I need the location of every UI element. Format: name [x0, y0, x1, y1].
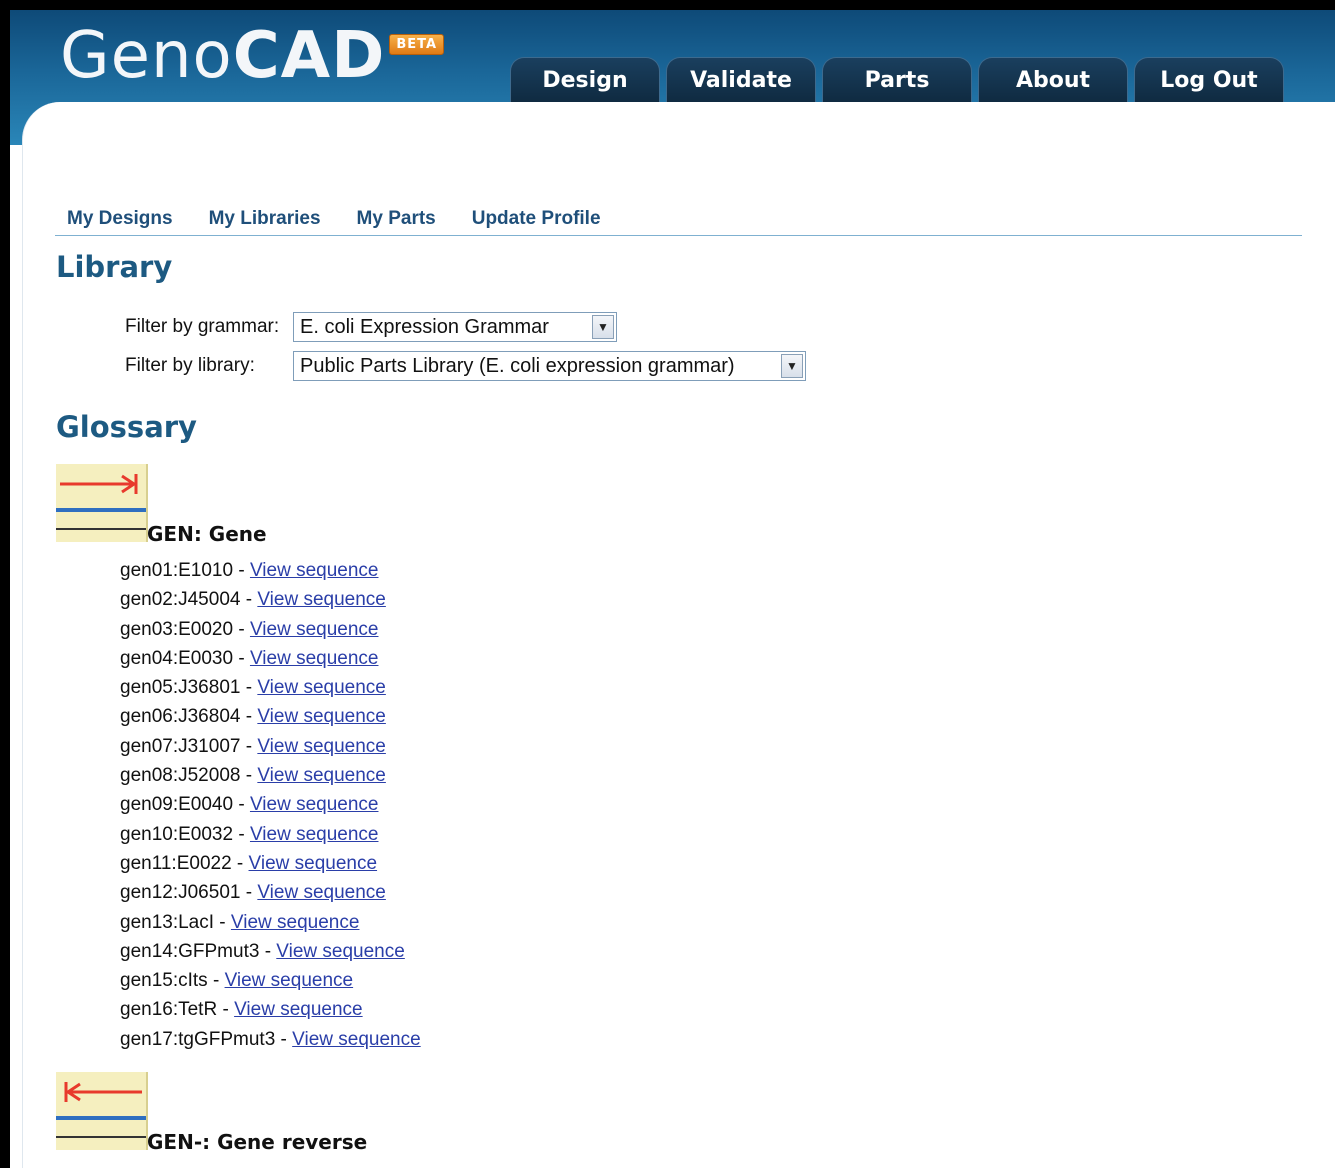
chevron-down-icon[interactable]: ▼ — [592, 315, 614, 339]
part-id: gen04:E0030 - — [120, 647, 250, 669]
sub-nav: My Designs My Libraries My Parts Update … — [67, 208, 601, 230]
main-nav: Design Validate Parts About Log Out — [510, 57, 1284, 103]
tab-validate[interactable]: Validate — [666, 57, 816, 103]
gene-part-list: gen01:E1010 - View sequence gen02:J45004… — [120, 556, 421, 1054]
library-filter-row: Filter by library: Public Parts Library … — [125, 351, 806, 381]
gene-forward-icon — [56, 464, 148, 542]
part-id: gen03:E0020 - — [120, 618, 250, 640]
view-sequence-link[interactable]: View sequence — [234, 999, 363, 1020]
part-id: gen06:J36804 - — [120, 706, 258, 728]
list-item: gen12:J06501 - View sequence — [120, 878, 421, 907]
part-id: gen02:J45004 - — [120, 589, 258, 611]
part-id: gen10:E0032 - — [120, 823, 250, 845]
library-filter-label: Filter by library: — [125, 355, 255, 376]
view-sequence-link[interactable]: View sequence — [225, 970, 354, 991]
library-heading: Library — [56, 250, 173, 284]
tab-about[interactable]: About — [978, 57, 1128, 103]
part-id: gen15:cIts - — [120, 970, 225, 992]
list-item: gen07:J31007 - View sequence — [120, 732, 421, 761]
view-sequence-link[interactable]: View sequence — [250, 794, 379, 815]
view-sequence-link[interactable]: View sequence — [257, 706, 386, 727]
glossary-heading: Glossary — [56, 410, 197, 444]
list-item: gen02:J45004 - View sequence — [120, 585, 421, 614]
grammar-filter-row: Filter by grammar: E. coli Expression Gr… — [125, 312, 617, 342]
list-item: gen11:E0022 - View sequence — [120, 849, 421, 878]
view-sequence-link[interactable]: View sequence — [257, 589, 386, 610]
part-id: gen11:E0022 - — [120, 852, 249, 874]
tab-log-out[interactable]: Log Out — [1134, 57, 1284, 103]
sub-nav-divider — [55, 235, 1302, 236]
view-sequence-link[interactable]: View sequence — [257, 677, 386, 698]
view-sequence-link[interactable]: View sequence — [250, 824, 379, 845]
view-sequence-link[interactable]: View sequence — [249, 853, 378, 874]
list-item: gen06:J36804 - View sequence — [120, 702, 421, 731]
part-id: gen12:J06501 - — [120, 882, 258, 904]
view-sequence-link[interactable]: View sequence — [276, 941, 405, 962]
list-item: gen09:E0040 - View sequence — [120, 790, 421, 819]
app-window: GenoCAD BETA Design Validate Parts About… — [10, 10, 1335, 1168]
chevron-down-icon[interactable]: ▼ — [781, 354, 803, 378]
gene-reverse-category-title: GEN-: Gene reverse — [147, 1130, 368, 1154]
update-profile-link[interactable]: Update Profile — [472, 208, 601, 230]
part-id: gen01:E1010 - — [120, 560, 250, 581]
list-item: gen03:E0020 - View sequence — [120, 615, 421, 644]
gene-reverse-icon — [56, 1072, 148, 1150]
logo-wordmark: GenoCAD — [60, 19, 386, 93]
library-select-value: Public Parts Library (E. coli expression… — [300, 354, 735, 377]
beta-badge: BETA — [389, 34, 445, 55]
gene-category-title: GEN: Gene — [147, 522, 267, 546]
list-item: gen10:E0032 - View sequence — [120, 820, 421, 849]
library-select[interactable]: Public Parts Library (E. coli expression… — [293, 351, 806, 381]
my-libraries-link[interactable]: My Libraries — [209, 208, 321, 230]
view-sequence-link[interactable]: View sequence — [257, 882, 386, 903]
part-id: gen05:J36801 - — [120, 677, 258, 699]
view-sequence-link[interactable]: View sequence — [250, 648, 379, 669]
part-id: gen16:TetR - — [120, 999, 235, 1021]
view-sequence-link[interactable]: View sequence — [250, 560, 379, 581]
genocad-logo[interactable]: GenoCAD BETA — [60, 16, 445, 96]
list-item: gen13:LacI - View sequence — [120, 908, 421, 937]
list-item: gen14:GFPmut3 - View sequence — [120, 937, 421, 966]
my-designs-link[interactable]: My Designs — [67, 208, 173, 230]
view-sequence-link[interactable]: View sequence — [231, 912, 360, 933]
part-id: gen08:J52008 - — [120, 765, 258, 787]
part-id: gen07:J31007 - — [120, 735, 258, 757]
list-item: gen04:E0030 - View sequence — [120, 644, 421, 673]
my-parts-link[interactable]: My Parts — [357, 208, 436, 230]
list-item: gen15:cIts - View sequence — [120, 966, 421, 995]
tab-parts[interactable]: Parts — [822, 57, 972, 103]
list-item: gen05:J36801 - View sequence — [120, 673, 421, 702]
list-item: gen01:E1010 - View sequence — [120, 556, 421, 585]
list-item: gen16:TetR - View sequence — [120, 995, 421, 1024]
part-id: gen13:LacI - — [120, 911, 231, 933]
tab-design[interactable]: Design — [510, 57, 660, 103]
part-id: gen09:E0040 - — [120, 794, 250, 816]
list-item: gen08:J52008 - View sequence — [120, 761, 421, 790]
view-sequence-link[interactable]: View sequence — [292, 1029, 421, 1050]
view-sequence-link[interactable]: View sequence — [257, 736, 386, 757]
grammar-filter-label: Filter by grammar: — [125, 316, 280, 337]
part-id: gen17:tgGFPmut3 - — [120, 1028, 293, 1050]
list-item: gen17:tgGFPmut3 - View sequence — [120, 1025, 421, 1054]
grammar-select[interactable]: E. coli Expression Grammar ▼ — [293, 312, 617, 342]
view-sequence-link[interactable]: View sequence — [250, 619, 379, 640]
view-sequence-link[interactable]: View sequence — [257, 765, 386, 786]
part-id: gen14:GFPmut3 - — [120, 940, 277, 962]
grammar-select-value: E. coli Expression Grammar — [300, 315, 549, 338]
